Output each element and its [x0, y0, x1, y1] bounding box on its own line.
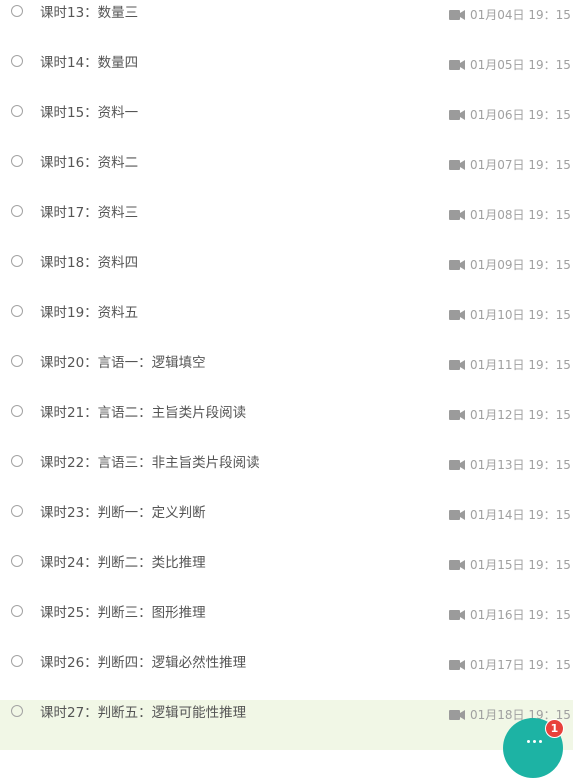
lesson-row[interactable]: 课时14：数量四 01月05日 19：15 — [0, 50, 573, 100]
lesson-row[interactable]: 课时21：言语二：主旨类片段阅读 01月12日 19：15 — [0, 400, 573, 450]
video-camera-icon — [449, 310, 465, 320]
lesson-list: 课时13：数量三 01月04日 19：15 课时14：数量四 01月05日 19：15… — [0, 0, 573, 750]
radio-circle-icon — [11, 655, 23, 667]
video-camera-icon — [449, 60, 465, 70]
radio-circle-icon — [11, 105, 23, 117]
lesson-title: 课时21：言语二：主旨类片段阅读 — [40, 405, 247, 421]
radio-circle-icon — [11, 5, 23, 17]
lesson-title: 课时18：资料四 — [40, 255, 139, 271]
lesson-title: 课时27：判断五：逻辑可能性推理 — [40, 705, 247, 721]
lesson-time: 01月08日 19：15 — [470, 208, 571, 222]
lesson-row[interactable]: 课时27：判断五：逻辑可能性推理 01月18日 19：15 — [0, 700, 573, 750]
lesson-title: 课时25：判断三：图形推理 — [40, 605, 206, 621]
radio-circle-icon — [11, 555, 23, 567]
radio-circle-icon — [11, 355, 23, 367]
lesson-time: 01月11日 19：15 — [470, 358, 571, 372]
radio-circle-icon — [11, 305, 23, 317]
radio-circle-icon — [11, 505, 23, 517]
lesson-title: 课时19：资料五 — [40, 305, 139, 321]
lesson-row[interactable]: 课时18：资料四 01月09日 19：15 — [0, 250, 573, 300]
lesson-title: 课时13：数量三 — [40, 5, 139, 21]
video-camera-icon — [449, 160, 465, 170]
lesson-time: 01月05日 19：15 — [470, 58, 571, 72]
video-camera-icon — [449, 110, 465, 120]
lesson-row[interactable]: 课时25：判断三：图形推理 01月16日 19：15 — [0, 600, 573, 650]
radio-circle-icon — [11, 405, 23, 417]
video-camera-icon — [449, 410, 465, 420]
lesson-row[interactable]: 课时23：判断一：定义判断 01月14日 19：15 — [0, 500, 573, 550]
radio-circle-icon — [11, 705, 23, 717]
lesson-title: 课时26：判断四：逻辑必然性推理 — [40, 655, 247, 671]
lesson-row[interactable]: 课时17：资料三 01月08日 19：15 — [0, 200, 573, 250]
lesson-time: 01月07日 19：15 — [470, 158, 571, 172]
chat-unread-badge: 1 — [545, 719, 564, 738]
video-camera-icon — [449, 660, 465, 670]
lesson-time: 01月06日 19：15 — [470, 108, 571, 122]
radio-circle-icon — [11, 155, 23, 167]
lesson-time: 01月15日 19：15 — [470, 558, 571, 572]
video-camera-icon — [449, 460, 465, 470]
lesson-row[interactable]: 课时13：数量三 01月04日 19：15 — [0, 0, 573, 50]
lesson-row[interactable]: 课时16：资料二 01月07日 19：15 — [0, 150, 573, 200]
video-camera-icon — [449, 610, 465, 620]
lesson-time: 01月13日 19：15 — [470, 458, 571, 472]
lesson-title: 课时17：资料三 — [40, 205, 139, 221]
lesson-time: 01月04日 19：15 — [470, 8, 571, 22]
lesson-row[interactable]: 课时15：资料一 01月06日 19：15 — [0, 100, 573, 150]
lesson-time: 01月16日 19：15 — [470, 608, 571, 622]
lesson-row[interactable]: 课时20：言语一：逻辑填空 01月11日 19：15 — [0, 350, 573, 400]
radio-circle-icon — [11, 255, 23, 267]
lesson-row[interactable]: 课时24：判断二：类比推理 01月15日 19：15 — [0, 550, 573, 600]
lesson-title: 课时16：资料二 — [40, 155, 139, 171]
lesson-time: 01月09日 19：15 — [470, 258, 571, 272]
lesson-title: 课时24：判断二：类比推理 — [40, 555, 206, 571]
lesson-time: 01月10日 19：15 — [470, 308, 571, 322]
lesson-title: 课时22：言语三：非主旨类片段阅读 — [40, 455, 260, 471]
radio-circle-icon — [11, 205, 23, 217]
video-camera-icon — [449, 360, 465, 370]
video-camera-icon — [449, 560, 465, 570]
chat-bubble-icon — [525, 740, 545, 746]
video-camera-icon — [449, 510, 465, 520]
radio-circle-icon — [11, 55, 23, 67]
lesson-time: 01月17日 19：15 — [470, 658, 571, 672]
radio-circle-icon — [11, 605, 23, 617]
lesson-title: 课时15：资料一 — [40, 105, 139, 121]
lesson-row[interactable]: 课时19：资料五 01月10日 19：15 — [0, 300, 573, 350]
lesson-row[interactable]: 课时26：判断四：逻辑必然性推理 01月17日 19：15 — [0, 650, 573, 700]
video-camera-icon — [449, 710, 465, 720]
lesson-row[interactable]: 课时22：言语三：非主旨类片段阅读 01月13日 19：15 — [0, 450, 573, 500]
lesson-title: 课时23：判断一：定义判断 — [40, 505, 206, 521]
lesson-title: 课时14：数量四 — [40, 55, 139, 71]
lesson-title: 课时20：言语一：逻辑填空 — [40, 355, 206, 371]
lesson-time: 01月12日 19：15 — [470, 408, 571, 422]
video-camera-icon — [449, 260, 465, 270]
radio-circle-icon — [11, 455, 23, 467]
lesson-time: 01月14日 19：15 — [470, 508, 571, 522]
video-camera-icon — [449, 210, 465, 220]
video-camera-icon — [449, 10, 465, 20]
